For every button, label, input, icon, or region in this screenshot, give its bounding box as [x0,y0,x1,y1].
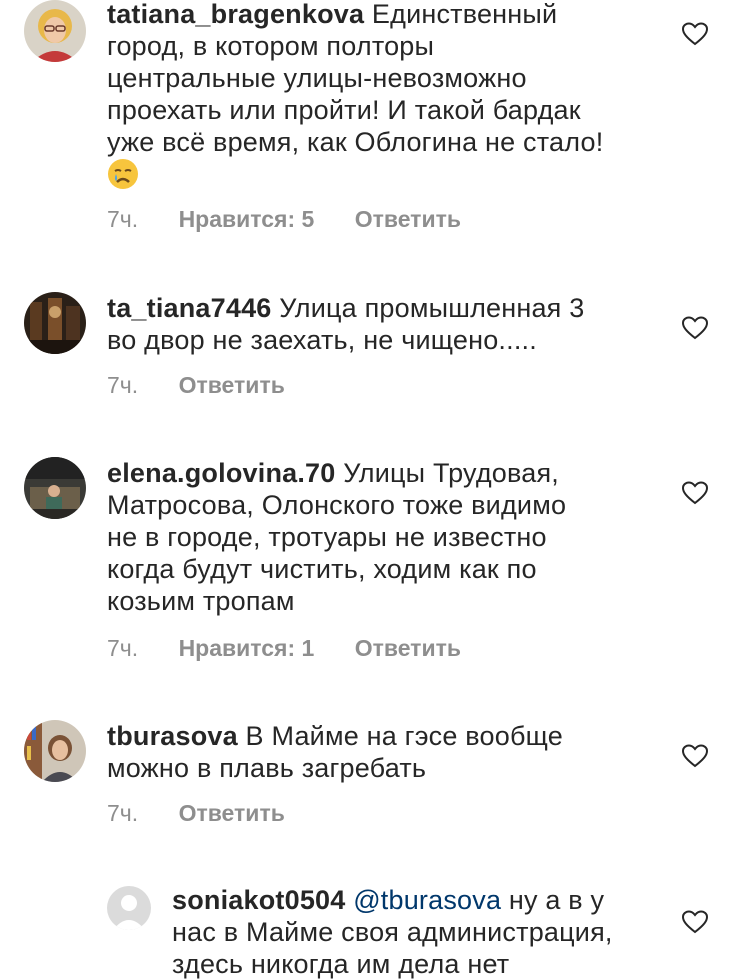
comment-line: нас в Майме своя администрация, [172,917,613,947]
comment-line: Улица промышленная 3 [279,293,585,323]
heart-icon[interactable] [682,481,708,505]
reply-button[interactable]: Ответить [179,800,285,827]
comment-meta: 7ч. Нравится: 5 Ответить [107,206,461,233]
username[interactable]: soniakot0504 [172,885,345,915]
reply-button[interactable]: Ответить [355,635,461,662]
timestamp: 7ч. [107,372,139,398]
likes-count[interactable]: Нравится: 5 [179,206,315,233]
comment-line: когда будут чистить, ходим как по [107,554,537,584]
timestamp: 7ч. [107,635,139,661]
comment-item: tatiana_bragenkova Единственный город, в… [0,0,750,260]
comment-line: не в городе, тротуары не известно [107,522,547,552]
heart-icon[interactable] [682,316,708,340]
mention-link[interactable]: @tburasova [353,885,501,915]
avatar[interactable] [24,0,86,62]
comment-text: ta_tiana7446 Улица промышленная 3 во дво… [107,292,667,356]
comment-line: ну а в у [508,885,605,915]
comment-text: soniakot0504 @tburasova ну а в у нас в М… [172,884,652,980]
username[interactable]: tatiana_bragenkova [107,0,364,29]
comment-line: В Майме на гэсе вообще [245,721,563,751]
comment-text: elena.golovina.70 Улицы Трудовая, Матрос… [107,457,667,617]
comment-item: elena.golovina.70 Улицы Трудовая, Матрос… [0,455,750,675]
avatar[interactable] [107,886,151,930]
comment-meta: 7ч. Нравится: 1 Ответить [107,635,461,662]
comment-text: tatiana_bragenkova Единственный город, в… [107,0,667,191]
avatar[interactable] [24,457,86,519]
heart-icon[interactable] [682,910,708,934]
comment-line: центральные улицы-невозможно [107,63,527,93]
comment-item: ta_tiana7446 Улица промышленная 3 во дво… [0,290,750,410]
comment-line: Матросова, Олонского тоже видимо [107,490,567,520]
comment-line: проехать или пройти! И такой бардак [107,95,581,125]
heart-icon[interactable] [682,744,708,768]
username[interactable]: ta_tiana7446 [107,293,272,323]
timestamp: 7ч. [107,800,139,826]
comment-line: козьим тропам [107,586,295,616]
crying-face-icon [107,158,139,190]
comment-item: tburasova В Майме на гэсе вообще можно в… [0,718,750,838]
reply-button[interactable]: Ответить [179,372,285,399]
comment-line: можно в плавь загребать [107,753,427,783]
avatar[interactable] [24,292,86,354]
comment-line: уже всё время, как Облогина не стало! [107,127,604,157]
heart-icon[interactable] [682,22,708,46]
timestamp: 7ч. [107,206,139,232]
comment-meta: 7ч. Ответить [107,372,285,399]
comment-line: город, в котором полторы [107,31,435,61]
comment-line: здесь никогда им дела нет [172,949,510,979]
username[interactable]: elena.golovina.70 [107,458,335,488]
likes-count[interactable]: Нравится: 1 [179,635,315,662]
username[interactable]: tburasova [107,721,238,751]
reply-comment-item: soniakot0504 @tburasova ну а в у нас в М… [0,884,750,979]
comment-meta: 7ч. Ответить [107,800,285,827]
comment-text: tburasova В Майме на гэсе вообще можно в… [107,720,667,784]
comment-line: Единственный [371,0,558,29]
avatar[interactable] [24,720,86,782]
comment-line: во двор не заехать, не чищено..... [107,325,537,355]
reply-button[interactable]: Ответить [355,206,461,233]
comment-line: Улицы Трудовая, [343,458,559,488]
